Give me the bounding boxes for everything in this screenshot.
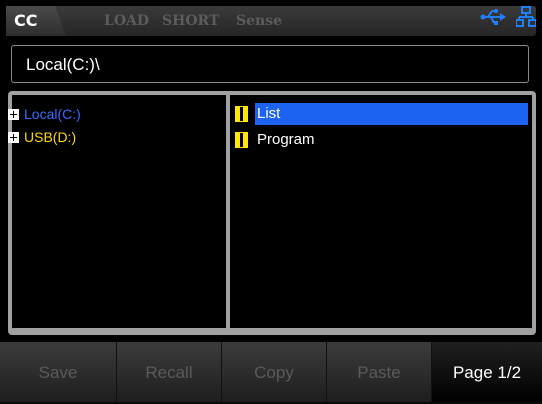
file-item-label: Program: [257, 131, 315, 148]
status-bar: CC LOAD SHORT Sense: [6, 6, 536, 36]
folder-icon: [235, 132, 248, 148]
lan-icon: [516, 6, 536, 27]
short-indicator: SHORT: [162, 13, 220, 29]
page-button[interactable]: Page 1/2: [432, 342, 542, 402]
recall-button[interactable]: Recall: [117, 342, 222, 402]
tree-item-usb[interactable]: USB(D:): [8, 128, 76, 146]
folder-icon: [235, 106, 248, 122]
selection-highlight: [255, 103, 528, 125]
mode-indicator: CC: [6, 6, 66, 36]
load-indicator: LOAD: [104, 13, 150, 29]
file-item-label: List: [257, 105, 281, 122]
save-button[interactable]: Save: [0, 342, 117, 402]
file-item-list[interactable]: List: [235, 103, 528, 125]
tree-item-local[interactable]: Local(C:): [8, 105, 81, 123]
softkey-bar: Save Recall Copy Paste Page 1/2: [0, 342, 542, 402]
plus-expand-icon[interactable]: [8, 131, 19, 143]
sense-indicator: Sense: [236, 13, 282, 29]
usb-icon: [480, 9, 506, 25]
paste-button[interactable]: Paste: [327, 342, 432, 402]
tree-item-label: Local(C:): [24, 106, 81, 122]
path-bar: Local(C:)\: [11, 45, 529, 83]
plus-expand-icon[interactable]: [8, 108, 19, 120]
copy-button[interactable]: Copy: [222, 342, 327, 402]
tree-item-label: USB(D:): [24, 129, 77, 145]
file-browser: [8, 91, 536, 335]
instrument-screen: CC LOAD SHORT Sense Local(C:)\ Local(C:)…: [0, 0, 542, 402]
